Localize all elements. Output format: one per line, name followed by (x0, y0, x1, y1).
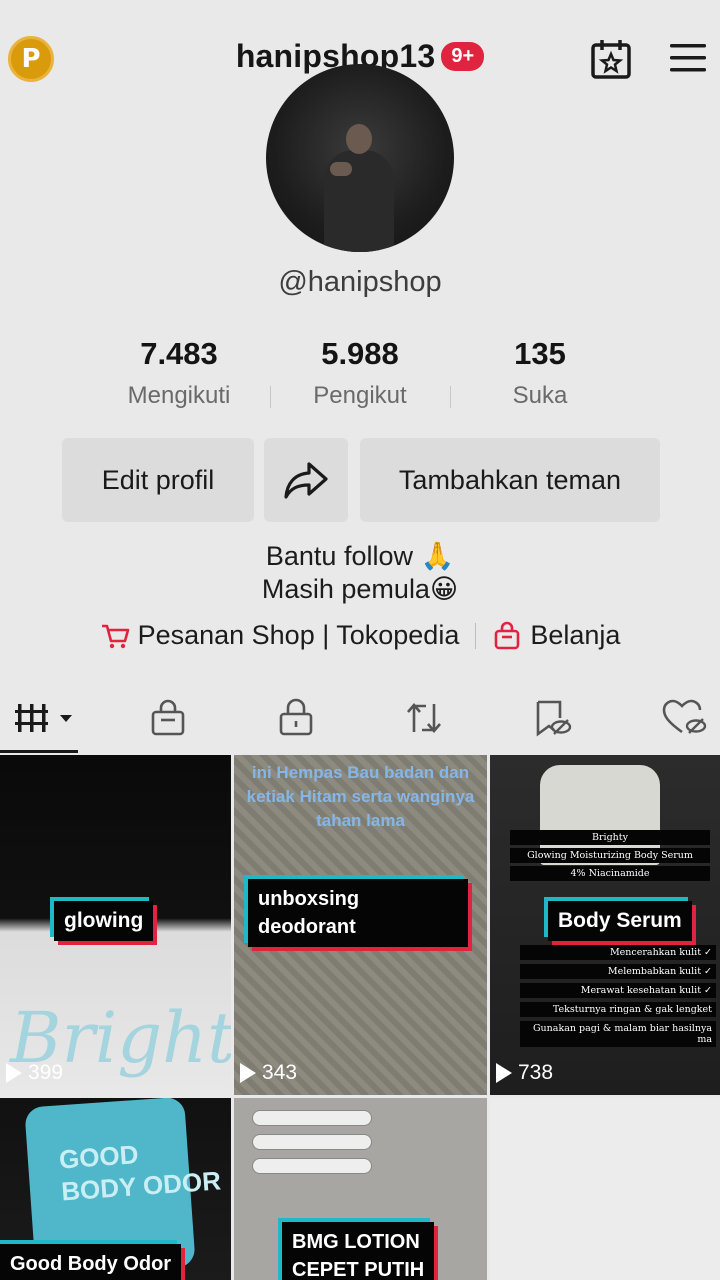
video-caption: unboxsing deodorant (248, 879, 468, 947)
share-profile-button[interactable] (264, 438, 348, 522)
share-arrow-icon (284, 462, 328, 499)
avatar-hand (330, 162, 352, 176)
caption-line: BMG LOTION (292, 1231, 420, 1253)
empty-grid-cell (490, 1098, 720, 1280)
view-count-value: 399 (28, 1061, 64, 1084)
profile-links: Pesanan Shop | Tokopedia Belanja (0, 620, 720, 651)
video-caption: Good Body Odor (0, 1244, 182, 1280)
edit-profile-button[interactable]: Edit profil (62, 438, 254, 522)
shop-link[interactable]: Belanja (530, 620, 620, 651)
shop-tab-icon[interactable] (148, 698, 188, 738)
video-thumbnail[interactable]: Brighty Glowing Moisturizing Body Serum … (490, 755, 720, 1095)
repost-tab-icon[interactable] (404, 698, 444, 738)
caption-line: CEPET PUTIH (292, 1259, 425, 1280)
benefit-line: Melembabkan kulit ✓ (520, 964, 716, 979)
profile-tabs (0, 688, 720, 753)
liked-hidden-tab-icon[interactable] (662, 698, 708, 738)
private-lock-tab-icon[interactable] (276, 698, 316, 738)
play-icon (496, 1063, 512, 1083)
play-icon (240, 1063, 256, 1083)
bio-line: Masih pemula😀 (261, 574, 459, 604)
view-count: 738 (496, 1061, 553, 1085)
following-count: 7.483 (140, 336, 218, 371)
video-thumbnail[interactable]: ini Hempas Bau badan dan ketiak Hitam se… (234, 755, 487, 1095)
calendar-star-icon[interactable] (590, 38, 632, 80)
active-tab-indicator (0, 750, 78, 753)
profile-handle: @hanipshop (278, 266, 442, 298)
video-caption: glowing (54, 901, 154, 941)
video-thumbnail[interactable]: BMG LOTION CEPET PUTIH (234, 1098, 487, 1280)
menu-icon[interactable] (668, 40, 708, 76)
video-caption: BMG LOTION CEPET PUTIH (282, 1222, 435, 1280)
info-line: Brighty (510, 830, 710, 845)
product-info-list: Brighty Glowing Moisturizing Body Serum … (510, 827, 710, 884)
likes-label: Suka (512, 382, 568, 409)
video-caption: Body Serum (548, 901, 692, 941)
benefit-line: Gunakan pagi & malam biar hasilnya ma (520, 1021, 716, 1047)
view-count-value: 738 (518, 1061, 554, 1084)
followers-label: Pengikut (313, 382, 407, 409)
videos-grid-tab-icon[interactable] (14, 698, 76, 738)
links-divider (475, 622, 477, 649)
video-grid: Brighty glowing 399 ini Hempas Bau badan… (0, 755, 720, 1280)
stat-following[interactable]: 7.483 Mengikuti (89, 336, 269, 410)
likes-count: 135 (514, 336, 566, 371)
shopping-bag-icon (495, 621, 520, 649)
stat-likes[interactable]: 135 Suka (450, 336, 630, 410)
caption-line: unboxsing (258, 888, 360, 910)
following-label: Mengikuti (127, 382, 231, 409)
video-thumbnail[interactable]: Brighty glowing 399 (0, 755, 231, 1095)
view-count: 399 (6, 1061, 63, 1085)
play-icon (6, 1063, 22, 1083)
tube-label: GOOD BODY ODOR (58, 1133, 222, 1208)
avatar-head (346, 124, 372, 154)
orders-link[interactable]: Pesanan Shop | Tokopedia (138, 620, 460, 651)
video-overlay-text: ini Hempas Bau badan dan ketiak Hitam se… (246, 763, 475, 830)
cart-icon (101, 624, 129, 648)
view-count: 343 (240, 1061, 297, 1085)
benefit-line: Teksturnya ringan & gak lengket (520, 1002, 716, 1017)
benefit-list: Mencerahkan kulit ✓ Melembabkan kulit ✓ … (520, 941, 716, 1051)
view-count-value: 343 (262, 1061, 298, 1084)
add-friend-button[interactable]: Tambahkan teman (360, 438, 660, 522)
caption-line: deodorant (258, 916, 356, 938)
followers-count: 5.988 (321, 336, 399, 371)
checklist-graphic (252, 1110, 372, 1182)
notification-badge: 9+ (441, 42, 485, 71)
favorites-hidden-tab-icon[interactable] (532, 698, 572, 738)
stat-followers[interactable]: 5.988 Pengikut (270, 336, 450, 410)
video-thumbnail[interactable]: GOOD BODY ODOR Good Body Odor (0, 1098, 231, 1280)
bio-line: Bantu follow 🙏 (265, 541, 455, 571)
info-line: 4% Niacinamide (510, 866, 710, 881)
benefit-line: Mencerahkan kulit ✓ (520, 945, 716, 960)
profile-stats: 7.483 Mengikuti 5.988 Pengikut 135 Suka (0, 336, 720, 416)
benefit-line: Merawat kesehatan kulit ✓ (520, 983, 716, 998)
avatar[interactable] (266, 64, 454, 252)
info-line: Glowing Moisturizing Body Serum (510, 848, 710, 863)
profile-bio: Bantu follow 🙏 Masih pemula😀 (0, 540, 720, 606)
